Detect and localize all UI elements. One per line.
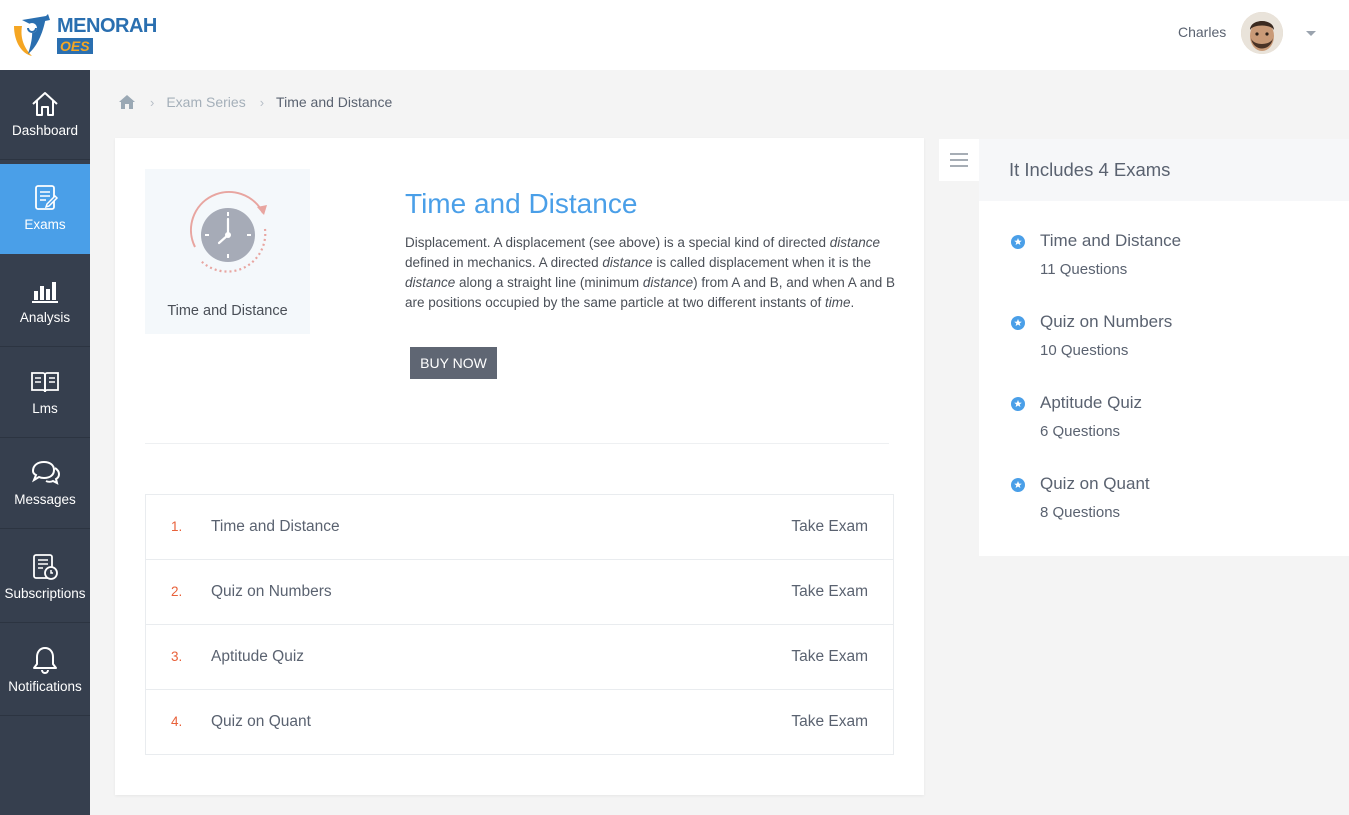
chat-bubbles-icon [29,459,61,487]
logo-name: MENORAH [57,15,157,37]
sidebar-item-label: Exams [24,217,66,232]
home-icon [29,90,61,118]
description-segment: Displacement. A displacement (see above)… [405,235,830,250]
description-segment: is called displacement when it is the [652,255,872,270]
breadcrumb-current: Time and Distance [276,94,393,110]
exam-name: Quiz on Quant [211,713,311,730]
sidebar: Dashboard Exams Analysis Lms Messages Su… [0,70,90,815]
table-row: 4. Quiz on Quant Take Exam [146,690,893,754]
sidebar-item-subscriptions[interactable]: Subscriptions [0,533,90,623]
included-exam-count: 10 Questions [1040,342,1129,359]
table-row: 3. Aptitude Quiz Take Exam [146,625,893,690]
sidebar-item-notifications[interactable]: Notifications [0,626,90,716]
description-segment: distance [829,235,881,250]
sidebar-item-label: Analysis [19,310,71,325]
buy-now-button[interactable]: BUY NOW [410,347,497,379]
table-row: 1. Time and Distance Take Exam [146,495,893,560]
chevron-right-icon: › [259,94,265,110]
description-segment: distance [602,255,653,270]
series-title: Time and Distance [405,188,638,219]
row-number: 2. [171,584,183,599]
take-exam-link[interactable]: Take Exam [791,648,868,666]
exam-list: 1. Time and Distance Take Exam 2. Quiz o… [145,494,894,755]
chevron-right-icon: › [150,94,155,110]
description-segment: along a straight line (minimum [455,275,643,290]
included-exam-count: 6 Questions [1040,423,1121,440]
series-detail-card: Time and Distance Time and Distance Disp… [115,138,924,795]
description-segment: distance [405,275,456,290]
includes-panel-header: It Includes 4 Exams [979,139,1349,201]
bell-icon [29,646,61,675]
list-item[interactable]: Aptitude Quiz 6 Questions [1009,393,1329,474]
logo[interactable]: MENORAH OES [10,12,157,58]
top-header: MENORAH OES Charles [0,0,1349,70]
description-segment: distance [642,275,694,290]
list-item[interactable]: Quiz on Quant 8 Questions [1009,474,1329,555]
user-menu-caret-icon[interactable] [1306,31,1316,36]
included-exam-name: Aptitude Quiz [1040,393,1143,412]
star-badge-icon [1011,316,1025,330]
hamburger-menu-icon[interactable] [939,139,979,181]
included-exam-name: Quiz on Quant [1040,474,1150,493]
sidebar-item-label: Subscriptions [4,586,86,601]
exam-name: Aptitude Quiz [211,648,305,665]
series-description: Displacement. A displacement (see above)… [405,233,900,313]
sidebar-item-exams[interactable]: Exams [0,164,90,254]
description-segment: . [850,295,855,310]
user-name[interactable]: Charles [1178,24,1226,40]
exam-name: Quiz on Numbers [211,583,332,600]
includes-panel: It Includes 4 Exams Time and Distance 11… [979,139,1349,556]
avatar[interactable] [1241,12,1283,54]
take-exam-link[interactable]: Take Exam [791,713,868,731]
includes-title: It Includes 4 Exams [1009,159,1171,180]
logo-mark-icon [14,14,50,56]
take-exam-link[interactable]: Take Exam [791,583,868,601]
row-number: 4. [171,714,183,729]
avatar-photo-icon [1241,12,1283,54]
logo-sub: OES [57,38,93,54]
row-number: 1. [171,519,183,534]
open-book-icon [29,368,61,396]
divider [145,443,889,444]
list-item[interactable]: Time and Distance 11 Questions [1009,231,1329,312]
bar-chart-icon [29,277,61,305]
exam-list-icon [29,184,61,212]
stopwatch-icon [190,191,267,273]
includes-list: Time and Distance 11 Questions Quiz on N… [1009,231,1329,555]
star-badge-icon [1011,397,1025,411]
included-exam-count: 11 Questions [1040,261,1128,278]
sidebar-item-label: Notifications [8,679,82,694]
sidebar-item-analysis[interactable]: Analysis [0,257,90,347]
included-exam-name: Time and Distance [1040,231,1182,250]
table-row: 2. Quiz on Numbers Take Exam [146,560,893,625]
included-exam-name: Quiz on Numbers [1040,312,1173,331]
breadcrumb: › Exam Series › Time and Distance [118,92,392,112]
series-thumbnail: Time and Distance [145,169,310,334]
description-segment: time [824,295,851,310]
sidebar-item-dashboard[interactable]: Dashboard [0,70,90,160]
list-item[interactable]: Quiz on Numbers 10 Questions [1009,312,1329,393]
description-segment: defined in mechanics. A directed [405,255,603,270]
breadcrumb-link-exam-series[interactable]: Exam Series [166,94,245,110]
exam-name: Time and Distance [211,518,340,535]
star-badge-icon [1011,478,1025,492]
included-exam-count: 8 Questions [1040,504,1121,521]
row-number: 3. [171,649,183,664]
sidebar-item-label: Messages [14,492,76,507]
sidebar-item-messages[interactable]: Messages [0,439,90,529]
thumbnail-caption: Time and Distance [167,303,288,319]
star-badge-icon [1011,235,1025,249]
home-icon[interactable] [118,93,136,111]
sidebar-item-label: Dashboard [11,123,79,138]
subscription-icon [29,553,61,581]
take-exam-link[interactable]: Take Exam [791,518,868,536]
sidebar-item-label: Lms [32,401,58,416]
sidebar-item-lms[interactable]: Lms [0,348,90,438]
